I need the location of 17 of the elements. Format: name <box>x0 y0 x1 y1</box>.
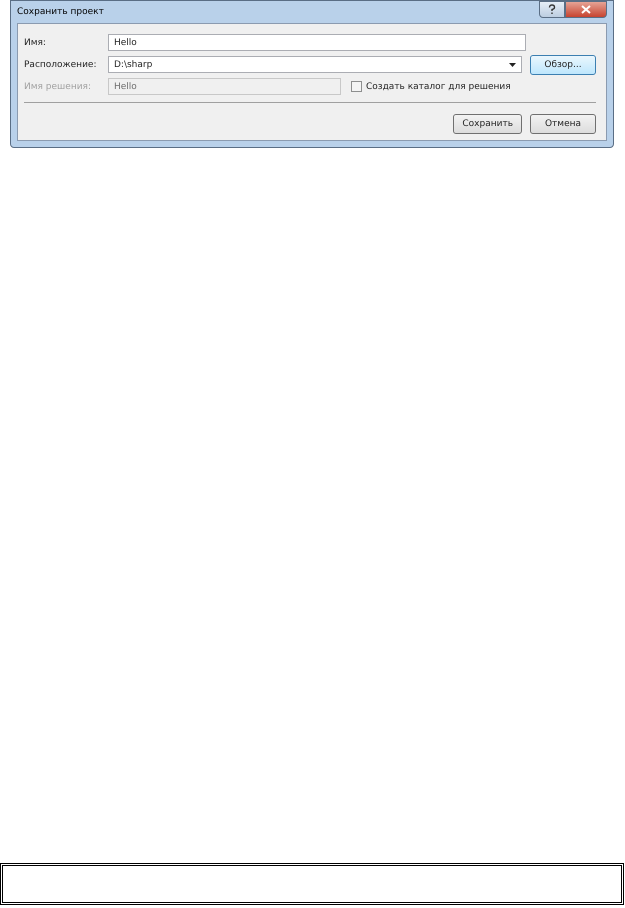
field-label: Имя решения: <box>24 82 92 92</box>
combobox-value: D:\sharp <box>114 60 152 70</box>
help-icon <box>547 4 557 15</box>
text-field[interactable]: Hello <box>108 34 526 51</box>
dialog-button[interactable]: Отмена <box>530 114 596 134</box>
checkbox-label: Создать каталог для решения <box>366 82 511 92</box>
checkbox[interactable] <box>351 81 362 92</box>
dropdown-arrow-icon <box>509 62 516 66</box>
close-icon <box>581 5 591 14</box>
field-label: Расположение: <box>24 60 98 70</box>
browse-button[interactable]: Обзор... <box>530 54 596 74</box>
help-button[interactable] <box>539 1 565 18</box>
field-label: Имя: <box>24 38 47 48</box>
location-combobox[interactable]: D:\sharp <box>108 56 522 73</box>
window-title: Сохранить проект <box>17 7 104 17</box>
close-button[interactable] <box>565 1 607 18</box>
dialog-button[interactable]: Сохранить <box>453 114 522 134</box>
